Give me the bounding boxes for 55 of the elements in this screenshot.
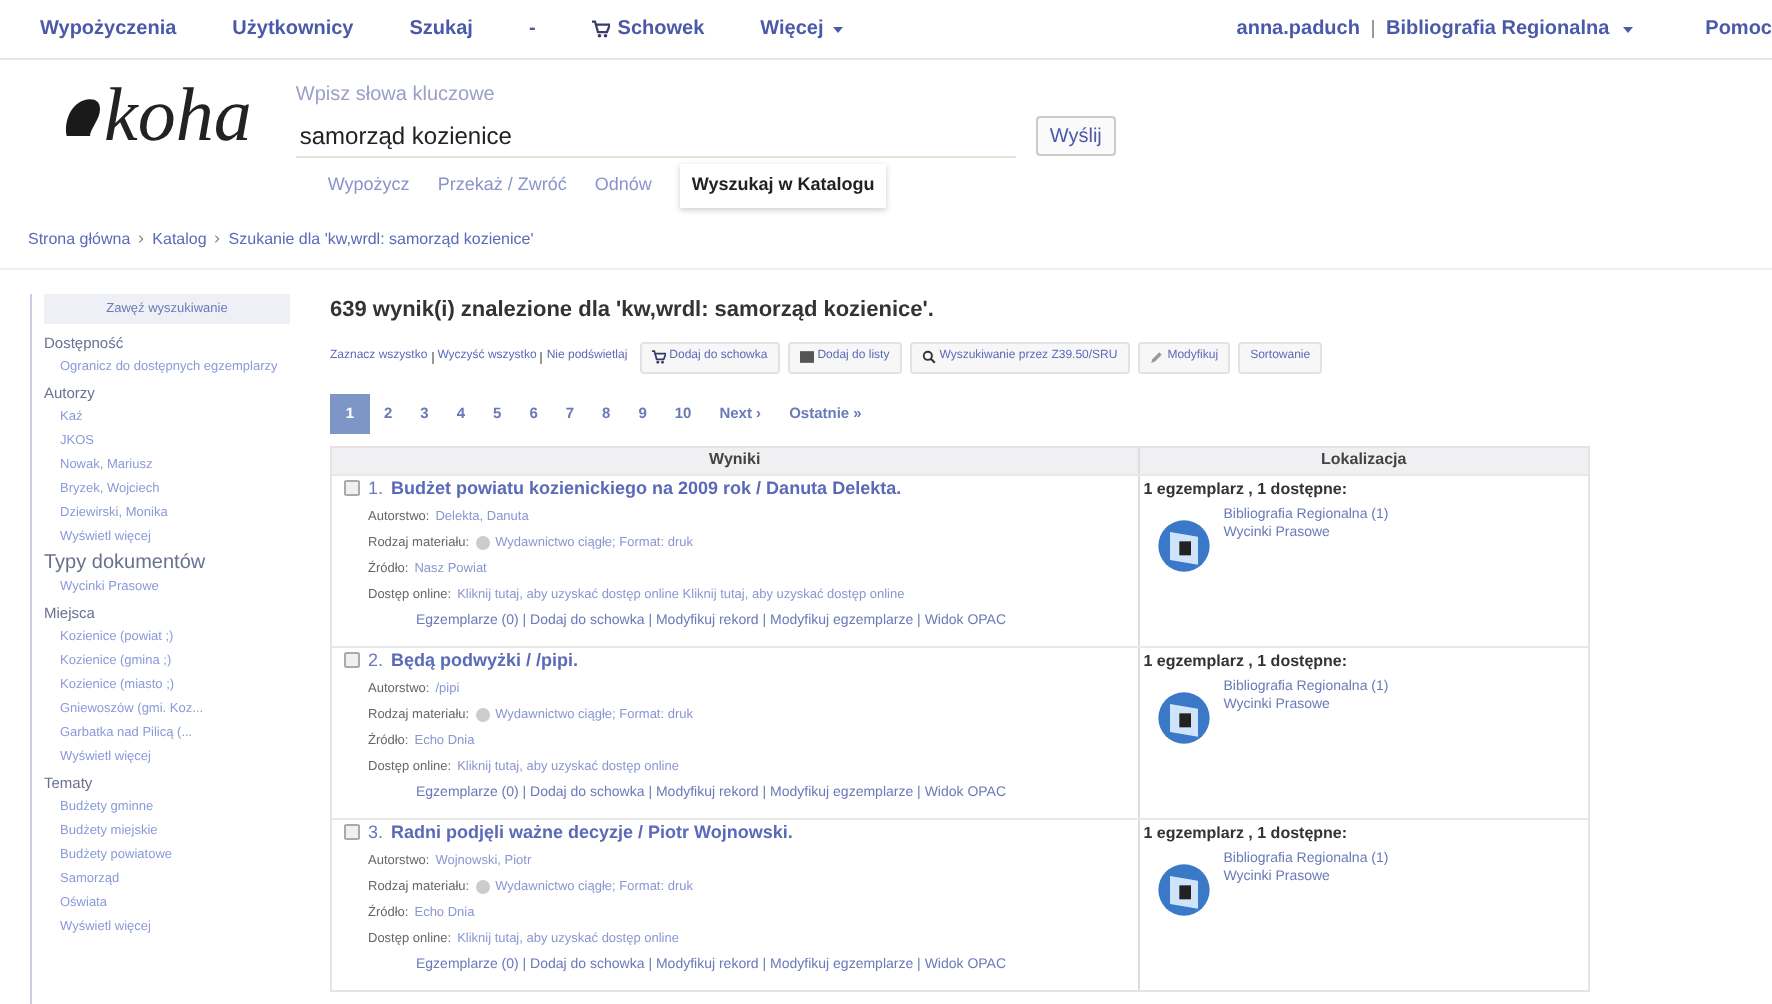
checkbox[interactable] bbox=[344, 480, 360, 496]
list-icon bbox=[799, 350, 814, 364]
checkbox[interactable] bbox=[344, 824, 360, 840]
result-title[interactable]: Radni podjęli ważne decyzje / Piotr Wojnowski. bbox=[391, 819, 793, 845]
cart-icon bbox=[651, 350, 666, 364]
caret-icon bbox=[831, 23, 844, 35]
search-icon bbox=[921, 350, 936, 364]
result-number: 3. bbox=[368, 819, 384, 845]
availability-text: 1 egzemplarz , 1 dostępne: bbox=[1143, 477, 1350, 501]
cart-icon bbox=[591, 20, 610, 38]
separator-line bbox=[540, 351, 543, 363]
checkbox[interactable] bbox=[344, 652, 360, 668]
book-icon bbox=[1155, 517, 1212, 573]
book-icon bbox=[1155, 689, 1212, 745]
breadcrumb-link[interactable]: Katalog bbox=[152, 227, 207, 251]
column-header: Wyniki bbox=[332, 447, 1140, 473]
separator-line bbox=[1371, 20, 1374, 38]
user-name[interactable]: anna.paduch bbox=[1236, 14, 1360, 44]
logo-mark-icon bbox=[60, 94, 100, 138]
material-icon bbox=[475, 879, 490, 893]
separator-line bbox=[431, 351, 434, 363]
breadcrumb-link[interactable]: Strona główna bbox=[28, 227, 131, 251]
search-tab[interactable]: Wyszukaj w Katalogu bbox=[679, 164, 887, 207]
chevron-icon bbox=[212, 234, 223, 244]
material-icon bbox=[475, 707, 490, 721]
library-menu[interactable]: Bibliografia Regionalna bbox=[1385, 14, 1610, 44]
search-tab[interactable]: Wypożycz bbox=[327, 164, 410, 207]
result-title[interactable]: Będą podwyżki / /pipi. bbox=[391, 647, 579, 673]
result-title[interactable]: Budżet powiatu kozienickiego na 2009 rok / Danuta Delekta. bbox=[391, 475, 902, 501]
result-number: 2. bbox=[368, 647, 384, 673]
results-summary: 639 wynik(i) znalezione dla 'kw,wrdl: samorząd kozienice'. bbox=[330, 296, 936, 326]
nav-link[interactable]: Szukaj bbox=[409, 14, 473, 44]
help-link[interactable]: Pomoc bbox=[1705, 14, 1772, 44]
nav-link[interactable]: Więcej bbox=[760, 14, 844, 44]
nav-link[interactable]: - bbox=[528, 14, 536, 44]
breadcrumb-link[interactable]: Szukanie dla 'kw,wrdl: samorząd kozienice' bbox=[228, 227, 534, 251]
logo-text: koha bbox=[104, 78, 252, 154]
nav-link[interactable]: Wypożyczenia bbox=[40, 14, 177, 44]
search-tab[interactable]: Przekaż / Zwróć bbox=[437, 164, 567, 207]
search-tab[interactable]: Odnów bbox=[594, 164, 652, 207]
result-number: 1. bbox=[368, 475, 384, 501]
pencil-icon bbox=[1149, 350, 1164, 364]
availability-text: 1 egzemplarz , 1 dostępne: bbox=[1143, 821, 1350, 845]
chevron-icon bbox=[136, 234, 147, 244]
column-header: Lokalizacja bbox=[1319, 447, 1409, 472]
availability-text: 1 egzemplarz , 1 dostępne: bbox=[1143, 649, 1350, 673]
nav-link[interactable]: Użytkownicy bbox=[232, 14, 354, 44]
facet-heading: Typy dokumentów bbox=[44, 552, 208, 574]
search-label: Wpisz słowa kluczowe bbox=[295, 82, 497, 110]
book-icon bbox=[1155, 861, 1212, 917]
caret-icon bbox=[1621, 23, 1634, 35]
submit-button[interactable]: Wyślij bbox=[1035, 116, 1116, 156]
material-icon bbox=[475, 535, 490, 549]
search-field[interactable]: samorząd kozienice bbox=[295, 114, 1016, 158]
nav-link[interactable]: Schowek bbox=[591, 14, 705, 44]
